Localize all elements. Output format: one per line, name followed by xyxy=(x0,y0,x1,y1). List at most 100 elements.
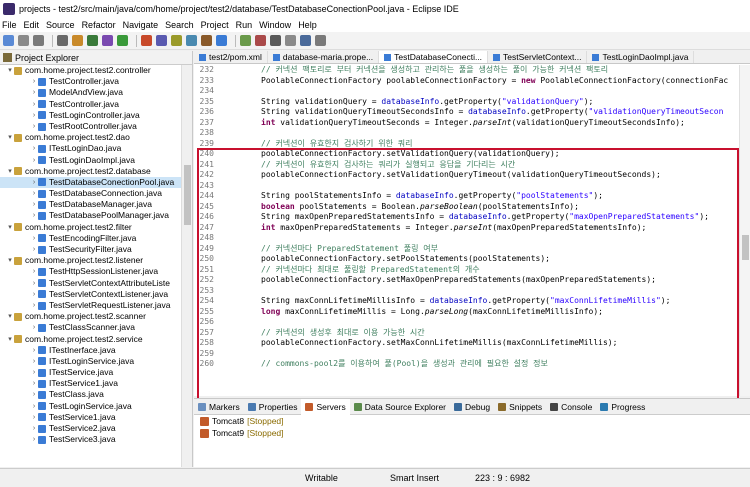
collapse-chevron-icon[interactable]: › xyxy=(30,110,38,121)
bottom-tab-data-source-explorer[interactable]: Data Source Explorer xyxy=(350,402,450,412)
menu-search[interactable]: Search xyxy=(165,20,194,30)
java-file-node[interactable]: › TestSecurityFilter.java xyxy=(0,244,192,255)
java-file-node[interactable]: › TestDatabaseConectionPool.java xyxy=(0,176,192,189)
toolbar-icon[interactable] xyxy=(33,35,44,46)
toolbar-icon[interactable] xyxy=(240,35,251,46)
menu-source[interactable]: Source xyxy=(46,20,75,30)
package-node[interactable]: ▾ com.home.project.test2.service xyxy=(0,334,192,345)
toolbar-icon[interactable] xyxy=(315,35,326,46)
collapse-chevron-icon[interactable]: › xyxy=(30,412,38,423)
collapse-chevron-icon[interactable]: › xyxy=(30,423,38,434)
toolbar-icon[interactable] xyxy=(117,35,128,46)
server-row[interactable]: Tomcat9 [Stopped] xyxy=(194,427,750,439)
collapse-chevron-icon[interactable]: › xyxy=(30,99,38,110)
bottom-tab-debug[interactable]: Debug xyxy=(450,402,494,412)
java-file-node[interactable]: › ITestService1.java xyxy=(0,378,192,389)
java-file-node[interactable]: › TestServletContextListener.java xyxy=(0,289,192,300)
code-area[interactable]: 232 // 커넥션 팩토리로 부터 커넥션을 생성하고 관리하는 풀을 생성하는… xyxy=(194,65,739,396)
toolbar-icon[interactable] xyxy=(18,35,29,46)
java-file-node[interactable]: › ModelAndView.java xyxy=(0,87,192,98)
collapse-chevron-icon[interactable]: › xyxy=(30,278,38,289)
toolbar-icon[interactable] xyxy=(102,35,113,46)
toolbar-icon[interactable] xyxy=(270,35,281,46)
server-row[interactable]: Tomcat8 [Stopped] xyxy=(194,415,750,427)
java-file-node[interactable]: › TestRootController.java xyxy=(0,121,192,132)
menu-refactor[interactable]: Refactor xyxy=(82,20,116,30)
editor-scrollbar[interactable] xyxy=(739,65,750,396)
collapse-chevron-icon[interactable]: › xyxy=(30,266,38,277)
package-node[interactable]: ▾ com.home.project.test2.controller xyxy=(0,65,192,76)
expand-chevron-icon[interactable]: ▾ xyxy=(6,334,14,345)
java-file-node[interactable]: › ITestService.java xyxy=(0,367,192,378)
java-file-node[interactable]: › TestService3.java xyxy=(0,434,192,445)
editor-tab[interactable]: TestDatabaseConecti... xyxy=(379,51,489,63)
project-explorer-header[interactable]: Project Explorer xyxy=(0,51,192,65)
bottom-tab-console[interactable]: Console xyxy=(546,402,596,412)
editor-tab[interactable]: TestServletContext... xyxy=(488,51,588,63)
toolbar-icon[interactable] xyxy=(57,35,68,46)
collapse-chevron-icon[interactable]: › xyxy=(30,233,38,244)
java-file-node[interactable]: › TestServletContextAttributeListe xyxy=(0,278,192,289)
toolbar-icon[interactable] xyxy=(3,35,14,46)
editor-tab[interactable]: database-maria.prope... xyxy=(268,51,380,63)
menu-navigate[interactable]: Navigate xyxy=(123,20,159,30)
toolbar-icon[interactable] xyxy=(216,35,227,46)
collapse-chevron-icon[interactable]: › xyxy=(30,188,38,199)
expand-chevron-icon[interactable]: ▾ xyxy=(6,132,14,143)
java-file-node[interactable]: › ITestLoginService.java xyxy=(0,356,192,367)
java-file-node[interactable]: › ITestInerface.java xyxy=(0,345,192,356)
collapse-chevron-icon[interactable]: › xyxy=(30,300,38,311)
bottom-tab-servers[interactable]: Servers xyxy=(301,398,350,415)
package-node[interactable]: ▾ com.home.project.test2.dao xyxy=(0,132,192,143)
menu-edit[interactable]: Edit xyxy=(24,20,40,30)
menu-run[interactable]: Run xyxy=(236,20,253,30)
java-file-node[interactable]: › TestClassScanner.java xyxy=(0,322,192,333)
package-node[interactable]: ▾ com.home.project.test2.database xyxy=(0,166,192,177)
collapse-chevron-icon[interactable]: › xyxy=(30,210,38,221)
java-file-node[interactable]: › TestHttpSessionListener.java xyxy=(0,266,192,277)
bottom-tab-snippets[interactable]: Snippets xyxy=(494,402,546,412)
collapse-chevron-icon[interactable]: › xyxy=(30,143,38,154)
collapse-chevron-icon[interactable]: › xyxy=(30,345,38,356)
expand-chevron-icon[interactable]: ▾ xyxy=(6,65,14,76)
collapse-chevron-icon[interactable]: › xyxy=(30,76,38,87)
collapse-chevron-icon[interactable]: › xyxy=(30,378,38,389)
collapse-chevron-icon[interactable]: › xyxy=(30,155,38,166)
editor-scroll-thumb[interactable] xyxy=(742,235,749,260)
collapse-chevron-icon[interactable]: › xyxy=(30,199,38,210)
toolbar-icon[interactable] xyxy=(141,35,152,46)
toolbar-icon[interactable] xyxy=(255,35,266,46)
editor-tab[interactable]: TestLoginDaoImpl.java xyxy=(587,51,695,63)
java-file-node[interactable]: › TestLoginDaoImpl.java xyxy=(0,155,192,166)
editor-tab[interactable]: test2/pom.xml xyxy=(194,51,268,63)
bottom-tab-properties[interactable]: Properties xyxy=(244,402,302,412)
package-node[interactable]: ▾ com.home.project.test2.listener xyxy=(0,255,192,266)
java-file-node[interactable]: › TestService2.java xyxy=(0,423,192,434)
collapse-chevron-icon[interactable]: › xyxy=(30,244,38,255)
toolbar-icon[interactable] xyxy=(72,35,83,46)
package-node[interactable]: ▾ com.home.project.test2.filter xyxy=(0,222,192,233)
collapse-chevron-icon[interactable]: › xyxy=(30,87,38,98)
expand-chevron-icon[interactable]: ▾ xyxy=(6,255,14,266)
java-file-node[interactable]: › TestLoginService.java xyxy=(0,401,192,412)
java-file-node[interactable]: › TestClass.java xyxy=(0,389,192,400)
collapse-chevron-icon[interactable]: › xyxy=(30,322,38,333)
menu-file[interactable]: File xyxy=(2,20,17,30)
collapse-chevron-icon[interactable]: › xyxy=(30,401,38,412)
explorer-scrollbar[interactable] xyxy=(181,65,192,467)
collapse-chevron-icon[interactable]: › xyxy=(30,121,38,132)
toolbar-icon[interactable] xyxy=(156,35,167,46)
collapse-chevron-icon[interactable]: › xyxy=(30,434,38,445)
toolbar-icon[interactable] xyxy=(300,35,311,46)
collapse-chevron-icon[interactable]: › xyxy=(30,367,38,378)
java-file-node[interactable]: › TestController.java xyxy=(0,76,192,87)
toolbar-icon[interactable] xyxy=(285,35,296,46)
explorer-scroll-thumb[interactable] xyxy=(184,165,191,225)
toolbar-icon[interactable] xyxy=(186,35,197,46)
menu-window[interactable]: Window xyxy=(259,20,291,30)
menu-help[interactable]: Help xyxy=(298,20,317,30)
expand-chevron-icon[interactable]: ▾ xyxy=(6,311,14,322)
collapse-chevron-icon[interactable]: › xyxy=(30,356,38,367)
java-file-node[interactable]: › TestEncodingFilter.java xyxy=(0,233,192,244)
java-file-node[interactable]: › TestDatabaseManager.java xyxy=(0,199,192,210)
